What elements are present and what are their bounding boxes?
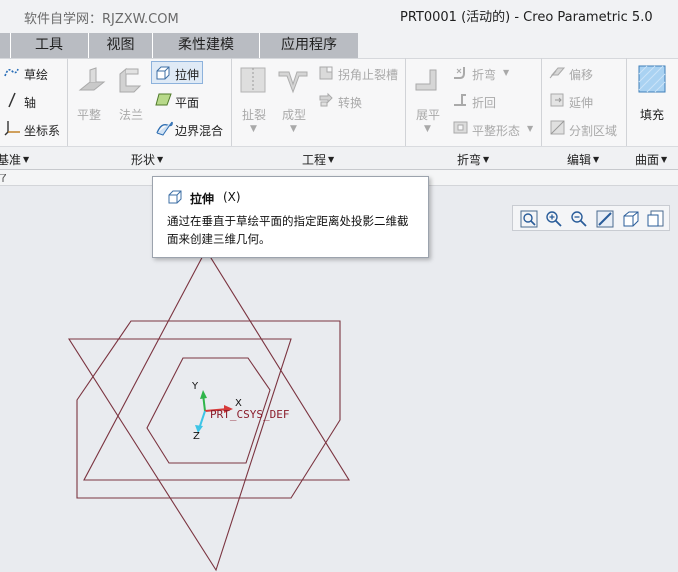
- axis-icon: [8, 92, 16, 108]
- boundary-blend-label: 边界混合: [175, 124, 224, 138]
- group-surface-dropdown[interactable]: 曲面 ▼: [635, 151, 667, 168]
- group-edit-dropdown[interactable]: 编辑 ▼: [567, 151, 599, 168]
- zoom-out-icon[interactable]: [569, 209, 589, 229]
- datum-csys-label: 坐标系: [24, 124, 61, 138]
- extrude-icon: [156, 66, 170, 80]
- offset-label: 偏移: [569, 68, 594, 82]
- datum-sketch-label: 草绘: [24, 68, 49, 82]
- group-shape-dropdown[interactable]: 形状 ▼: [131, 151, 163, 168]
- coordinate-system-icon: [4, 121, 20, 136]
- flat-pattern-icon: [453, 121, 468, 134]
- unbend-dropdown-arrow: ▼: [424, 124, 431, 134]
- corner-relief-label: 拐角止裂槽: [338, 68, 399, 82]
- flatten-label: 平整: [77, 108, 102, 122]
- form-dropdown-arrow: ▼: [290, 124, 297, 134]
- group-engineering-dropdown[interactable]: 工程 ▼: [302, 151, 334, 168]
- chevron-down-icon: ▼: [157, 155, 164, 164]
- repaint-icon[interactable]: [595, 209, 615, 229]
- bend-icon: [454, 67, 465, 79]
- unbend-label: 展平: [416, 108, 441, 122]
- tooltip-shortcut: (X): [223, 190, 241, 204]
- corner-relief-icon: [319, 66, 333, 80]
- group-datum-dropdown[interactable]: 基准 ▼: [0, 151, 29, 168]
- form-icon: [278, 71, 308, 94]
- group-edit-label: 编辑: [567, 153, 592, 167]
- tab-tools[interactable]: 工具: [10, 33, 88, 58]
- chevron-down-icon: ▼: [661, 155, 668, 164]
- chevron-down-icon: ▼: [593, 155, 600, 164]
- tab-view[interactable]: 视图: [89, 33, 152, 58]
- watermark-text: 软件自学网：RJZXW.COM: [24, 12, 179, 27]
- convert-label: 转换: [338, 96, 363, 110]
- sketch-icon: [4, 68, 19, 77]
- convert-icon: [319, 92, 333, 107]
- flange-label: 法兰: [119, 108, 144, 122]
- datum-plane-triangle-down: [67, 338, 292, 572]
- extend-icon: [550, 93, 564, 107]
- fill-label: 填充: [640, 108, 665, 122]
- flatten-icon: [78, 67, 106, 91]
- csys-y-arrow: [200, 390, 207, 399]
- datum-axis-label: 轴: [24, 96, 37, 110]
- datum-plane-triangle-up: [83, 248, 350, 481]
- extrude-tooltip: 拉伸 (X) 通过在垂直于草绘平面的指定距离处投影二维截面来创建三维几何。: [152, 176, 429, 258]
- group-bend-dropdown[interactable]: 折弯 ▼: [457, 151, 489, 168]
- window-title: PRT0001 (活动的) - Creo Parametric 5.0: [400, 10, 653, 25]
- split-area-label: 分割区域: [569, 124, 618, 138]
- group-engineering-label: 工程: [302, 153, 327, 167]
- zoom-in-icon[interactable]: [544, 209, 564, 229]
- title-bar: 软件自学网：RJZXW.COM PRT0001 (活动的) - Creo Par…: [0, 0, 678, 33]
- split-area-icon: [550, 120, 565, 135]
- fill-icon: [638, 65, 666, 93]
- tab-strip: 工具 视图 柔性建模 应用程序: [0, 33, 358, 58]
- bend-label: 折弯: [472, 68, 497, 82]
- unbend-icon: [415, 69, 437, 91]
- flat-pattern-label: 平整形态: [472, 124, 521, 138]
- extrude-icon: [168, 190, 182, 204]
- rip-dropdown-arrow: ▼: [250, 124, 257, 134]
- display-style-icon[interactable]: [621, 209, 641, 229]
- group-bend-label: 折弯: [457, 153, 482, 167]
- group-surface-label: 曲面: [635, 153, 660, 167]
- form-label: 成型: [282, 108, 307, 122]
- tab-applications[interactable]: 应用程序: [260, 33, 358, 58]
- plane-icon: [155, 93, 172, 106]
- ribbon-group-bar: 基准 ▼ 形状 ▼ 工程 ▼ 折弯 ▼ 编辑 ▼ 曲面 ▼: [0, 146, 678, 170]
- refit-icon[interactable]: [519, 209, 539, 229]
- csys-y-label: Y: [192, 381, 199, 392]
- rip-label: 扯裂: [242, 108, 267, 122]
- graphics-toolbar: [512, 205, 670, 231]
- extrude-label: 拉伸: [175, 68, 200, 82]
- ribbon-tab-bar: 工具 视图 柔性建模 应用程序: [0, 33, 678, 58]
- datum-plane-skew: [76, 320, 341, 499]
- offset-icon: [549, 67, 566, 79]
- group-shape-label: 形状: [131, 153, 156, 167]
- chevron-down-icon: ▼: [483, 155, 490, 164]
- bend-back-icon: [454, 94, 466, 106]
- tab-flexible-modeling[interactable]: 柔性建模: [153, 33, 259, 58]
- chevron-down-icon: ▼: [23, 155, 30, 164]
- chevron-down-icon: ▼: [328, 155, 335, 164]
- group-datum-label: 基准: [0, 153, 22, 167]
- flange-icon: [119, 67, 142, 93]
- filter-icon: [0, 174, 6, 182]
- plane-label: 平面: [175, 96, 200, 110]
- csys-name-label: PRT_CSYS_DEF: [210, 408, 290, 421]
- boundary-blend-icon: [156, 121, 173, 136]
- saved-views-icon[interactable]: [647, 209, 667, 229]
- tooltip-title: 拉伸: [190, 192, 215, 206]
- bend-dropdown-arrow: ▼: [503, 68, 510, 77]
- extend-label: 延伸: [569, 96, 594, 110]
- tooltip-description: 通过在垂直于草绘平面的指定距离处投影二维截面来创建三维几何。: [167, 214, 409, 246]
- bend-back-label: 折回: [472, 96, 497, 110]
- rip-icon: [240, 67, 266, 93]
- flat-pattern-dropdown-arrow: ▼: [527, 124, 534, 133]
- csys-z-label: Z: [193, 431, 200, 442]
